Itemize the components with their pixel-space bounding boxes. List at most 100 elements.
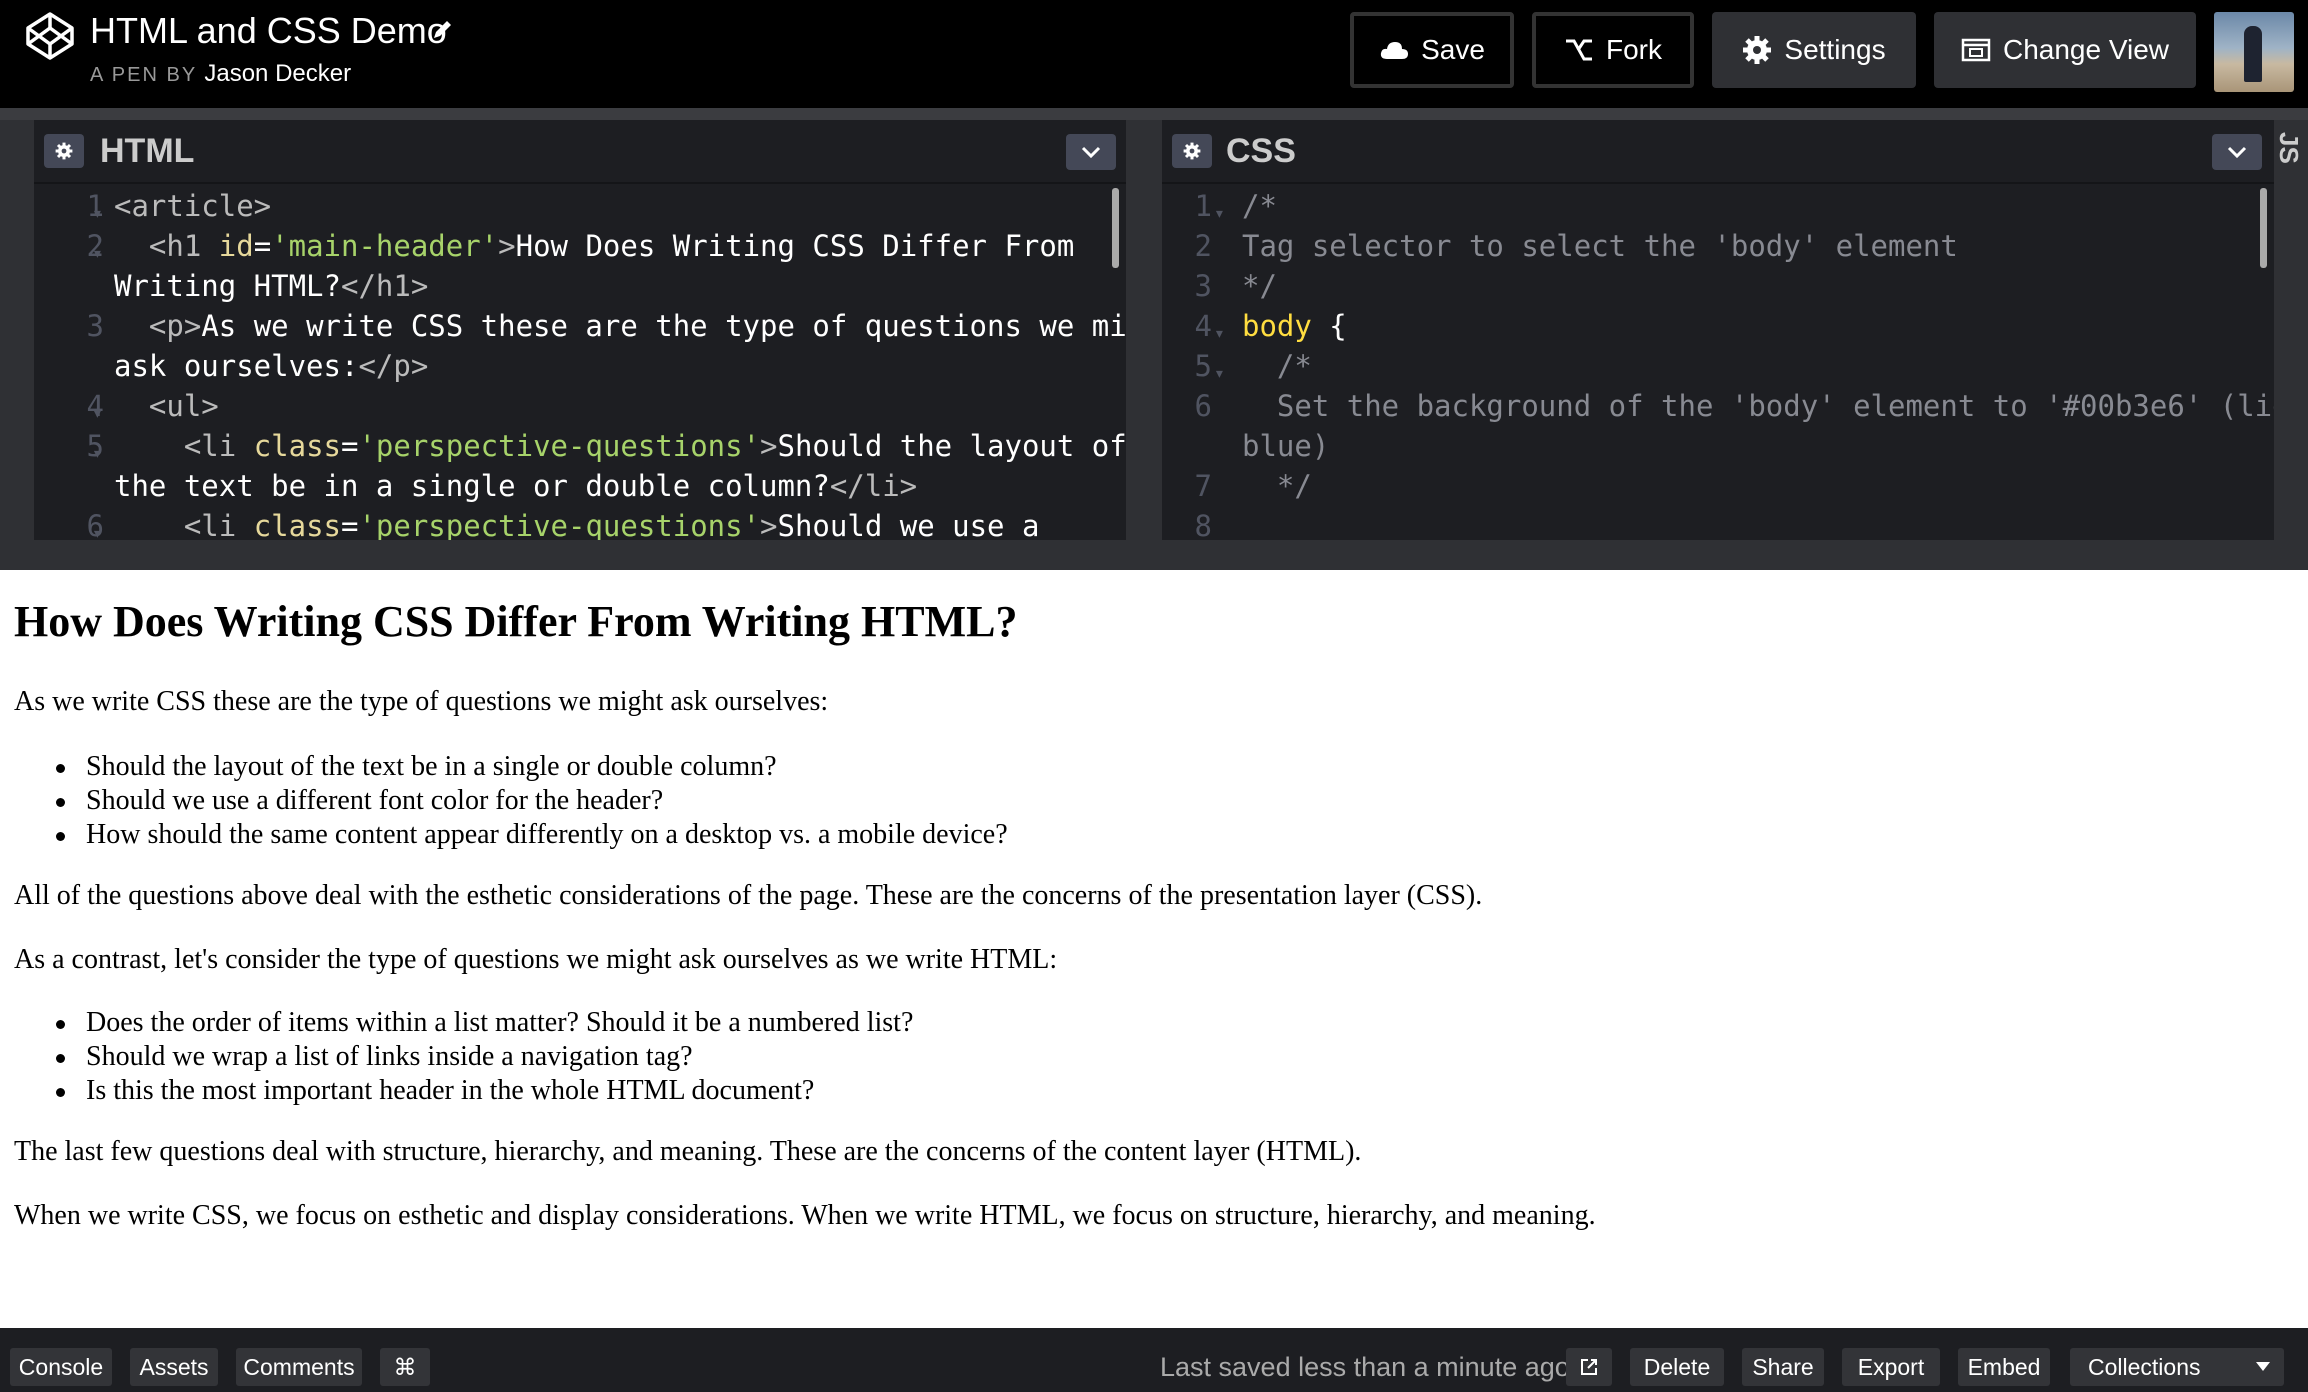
code-line: Set the background of the 'body' element… bbox=[1242, 389, 2274, 423]
last-saved-status: Last saved less than a minute ago bbox=[1160, 1352, 1570, 1382]
list-item: Should the layout of the text be in a si… bbox=[56, 750, 1008, 784]
console-button[interactable]: Console bbox=[10, 1348, 112, 1386]
change-view-button[interactable]: Change View bbox=[1934, 12, 2196, 88]
list-item: Is this the most important header in the… bbox=[55, 1074, 913, 1108]
fold-arrow-icon[interactable]: ▾ bbox=[1214, 194, 1225, 234]
export-button[interactable]: Export bbox=[1842, 1348, 1940, 1386]
code-line: body { bbox=[1242, 306, 1347, 346]
fold-arrow-icon[interactable]: ▾ bbox=[92, 234, 103, 274]
js-editor-collapsed-tab[interactable] bbox=[2276, 120, 2308, 540]
fork-button[interactable]: Fork bbox=[1532, 12, 1694, 88]
list-item: Does the order of items within a list ma… bbox=[55, 1007, 914, 1038]
save-button[interactable]: Save bbox=[1350, 12, 1514, 88]
html-pane-title: HTML bbox=[100, 132, 195, 170]
js-pane-title[interactable]: JS bbox=[2273, 132, 2304, 164]
css-selector: body bbox=[1242, 309, 1312, 343]
app-header: HTML and CSS Demo A PEN BY Jason Decker … bbox=[0, 0, 2308, 108]
css-pane-title: CSS bbox=[1226, 132, 1296, 170]
list-item: How should the same content appear diffe… bbox=[56, 819, 1008, 850]
preview-list: Should the layout of the text be in a si… bbox=[56, 750, 1008, 852]
code-line: <li class='perspective-questions'>Should… bbox=[183, 429, 1126, 463]
keyboard-shortcuts-button[interactable]: ⌘ bbox=[380, 1348, 430, 1386]
line-number: 7 bbox=[1194, 469, 1212, 503]
preview-paragraph: As a contrast, let's consider the type o… bbox=[14, 944, 1058, 975]
editor-preview-divider[interactable] bbox=[0, 540, 2308, 570]
codepen-logo-icon[interactable] bbox=[24, 10, 76, 62]
html-code[interactable]: 1 ▾ <article> 2 ▾ <h1 id='main-header'>H… bbox=[34, 186, 1126, 540]
fork-label: Fork bbox=[1606, 34, 1662, 65]
embed-button[interactable]: Embed bbox=[1958, 1348, 2050, 1386]
pen-title[interactable]: HTML and CSS Demo bbox=[90, 10, 447, 52]
preview-paragraph: All of the questions above deal with the… bbox=[14, 880, 1483, 911]
css-pane-chevron-down-icon[interactable] bbox=[2212, 134, 2262, 170]
line-number: 1 bbox=[1194, 189, 1212, 223]
editor-resize-strip[interactable] bbox=[0, 108, 2308, 120]
save-label: Save bbox=[1421, 34, 1485, 65]
css-settings-gear-icon[interactable] bbox=[1172, 134, 1212, 168]
share-button[interactable]: Share bbox=[1742, 1348, 1824, 1386]
preview-paragraph: When we write CSS, we focus on esthetic … bbox=[14, 1200, 1596, 1231]
change-view-label: Change View bbox=[2002, 34, 2170, 65]
settings-button[interactable]: Settings bbox=[1712, 12, 1916, 88]
code-line: /* bbox=[1242, 189, 1277, 223]
delete-button[interactable]: Delete bbox=[1630, 1348, 1724, 1386]
list-item: Should we use a different font color for… bbox=[56, 784, 1008, 818]
author-link[interactable]: Jason Decker bbox=[204, 60, 351, 87]
fold-arrow-icon[interactable]: ▾ bbox=[1214, 354, 1225, 394]
code-line: <ul> bbox=[148, 389, 219, 423]
html-editor-pane: HTML 1 ▾ <article> 2 ▾ <h1 id='main-head… bbox=[34, 120, 1126, 540]
code-line: <li class='perspective-questions'>Should… bbox=[183, 509, 1040, 540]
code-line: <article> bbox=[114, 189, 272, 223]
code-line: */ bbox=[1242, 469, 1312, 503]
fold-arrow-icon[interactable]: ▾ bbox=[1214, 314, 1225, 354]
comments-button[interactable]: Comments bbox=[236, 1348, 362, 1386]
css-brace: { bbox=[1311, 309, 1347, 343]
css-code[interactable]: 1 ▾ /* 2 Tag selector to select the 'bod… bbox=[1162, 186, 2274, 540]
change-view-icon bbox=[1961, 38, 1991, 62]
line-number: 3 bbox=[86, 309, 104, 343]
code-line: <p>As we write CSS these are the type of… bbox=[148, 309, 1126, 343]
line-number: 6 bbox=[1194, 389, 1212, 423]
line-number: 4 bbox=[1194, 309, 1212, 343]
caret-down-icon bbox=[2256, 1362, 2270, 1371]
pen-byline: A PEN BY Jason Decker bbox=[90, 60, 351, 88]
html-pane-chevron-down-icon[interactable] bbox=[1066, 134, 1116, 170]
line-number: 3 bbox=[1194, 269, 1212, 303]
code-line: the text be in a single or double column… bbox=[114, 469, 918, 503]
fold-arrow-icon[interactable]: ▾ bbox=[92, 514, 103, 540]
code-line: Writing HTML?</h1> bbox=[114, 269, 429, 303]
collections-label: Collections bbox=[2088, 1353, 2201, 1380]
line-number: 8 bbox=[1194, 509, 1212, 540]
collections-dropdown[interactable]: Collections bbox=[2070, 1348, 2284, 1386]
code-line: /* bbox=[1242, 349, 1312, 383]
code-line: ask ourselves:</p> bbox=[114, 349, 429, 383]
preview-paragraph: The last few questions deal with structu… bbox=[14, 1136, 1362, 1167]
preview-list: Does the order of items within a list ma… bbox=[55, 1006, 914, 1108]
settings-label: Settings bbox=[1784, 34, 1886, 65]
fold-arrow-icon[interactable]: ▾ bbox=[92, 434, 103, 474]
external-link-icon[interactable] bbox=[1566, 1348, 1612, 1386]
code-line: blue) bbox=[1242, 429, 1330, 463]
code-line: */ bbox=[1242, 269, 1277, 303]
pencil-icon[interactable] bbox=[428, 16, 456, 44]
preview-paragraph: As we write CSS these are the type of qu… bbox=[14, 686, 829, 717]
gear-icon bbox=[1743, 36, 1772, 64]
line-number: 2 bbox=[1194, 229, 1212, 263]
list-item: Should we wrap a list of links inside a … bbox=[55, 1040, 913, 1074]
html-pane-header: HTML bbox=[34, 120, 1126, 184]
html-settings-gear-icon[interactable] bbox=[44, 134, 84, 168]
css-scrollbar[interactable] bbox=[2260, 188, 2267, 268]
footer-bar: Console Assets Comments ⌘ Last saved les… bbox=[0, 1328, 2308, 1392]
user-avatar[interactable] bbox=[2214, 12, 2294, 92]
code-line: Tag selector to select the 'body' elemen… bbox=[1242, 229, 1958, 263]
assets-button[interactable]: Assets bbox=[130, 1348, 218, 1386]
code-line: <h1 id='main-header'>How Does Writing CS… bbox=[148, 229, 1075, 263]
fork-icon bbox=[1566, 39, 1592, 61]
css-editor-pane: CSS 1 ▾ /* 2 Tag selector to select the … bbox=[1162, 120, 2274, 540]
preview-heading: How Does Writing CSS Differ From Writing… bbox=[14, 597, 1018, 646]
cloud-icon bbox=[1380, 42, 1409, 59]
html-scrollbar[interactable] bbox=[1112, 188, 1119, 268]
line-number: 5 bbox=[1194, 349, 1212, 383]
css-pane-header: CSS bbox=[1162, 120, 2274, 184]
byline-prefix: A PEN BY bbox=[90, 64, 197, 86]
